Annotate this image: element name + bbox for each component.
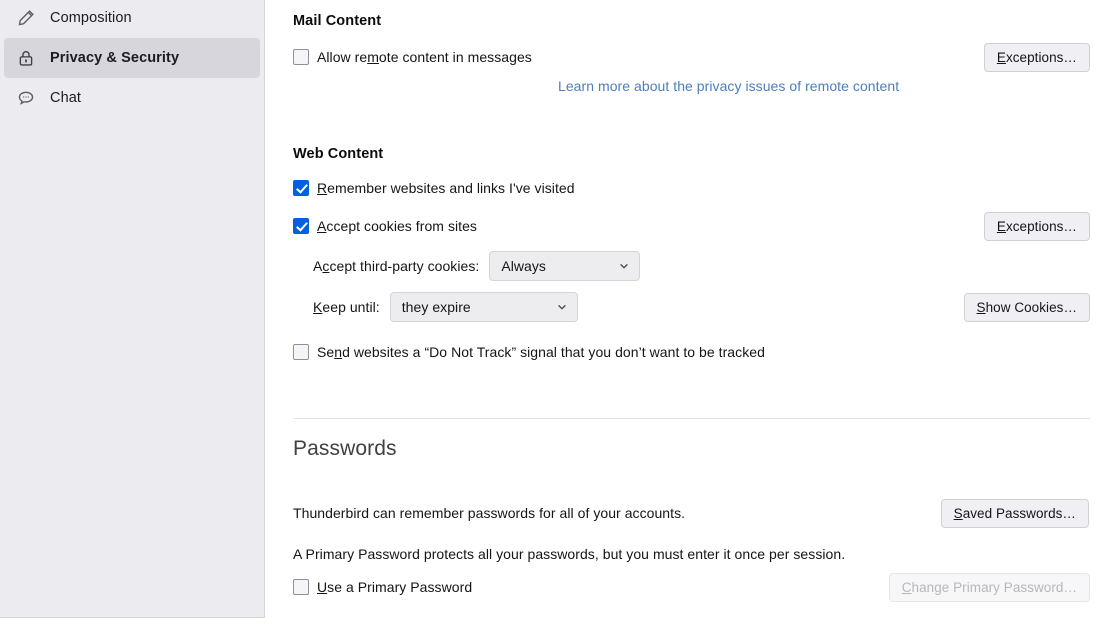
chevron-down-icon bbox=[617, 260, 631, 272]
accesskey-char: E bbox=[996, 50, 1006, 65]
preferences-window: Composition Privacy & Security Chat Mail… bbox=[0, 0, 1120, 624]
label-part-after: eep until: bbox=[322, 299, 380, 315]
accesskey-char: S bbox=[976, 300, 986, 315]
accesskey-char: R bbox=[317, 180, 328, 196]
chat-bubble-icon bbox=[16, 88, 36, 108]
label-part-before: Allow re bbox=[317, 49, 368, 65]
allow-remote-content-label[interactable]: Allow remote content in messages bbox=[317, 49, 532, 65]
remote-content-learn-more-link[interactable]: Learn more about the privacy issues of r… bbox=[558, 78, 899, 94]
label-part-after: d websites a “Do Not Track” signal that … bbox=[342, 344, 765, 360]
remember-websites-checkbox[interactable] bbox=[293, 180, 309, 196]
remember-websites-row[interactable]: Remember websites and links I've visited bbox=[293, 180, 575, 196]
mail-content-heading: Mail Content bbox=[293, 13, 382, 29]
keep-until-dropdown[interactable]: they expire bbox=[389, 292, 578, 322]
accesskey-char: S bbox=[953, 506, 963, 521]
sidebar-item-chat[interactable]: Chat bbox=[4, 78, 260, 118]
accept-cookies-row[interactable]: Accept cookies from sites bbox=[293, 218, 477, 234]
third-party-cookies-field: Accept third-party cookies: Always bbox=[313, 251, 641, 281]
primary-password-note: A Primary Password protects all your pas… bbox=[293, 546, 846, 562]
accesskey-char: U bbox=[317, 579, 328, 595]
button-label: xceptions… bbox=[1005, 50, 1077, 65]
show-cookies-button[interactable]: Show Cookies… bbox=[963, 293, 1090, 322]
do-not-track-row[interactable]: Send websites a “Do Not Track” signal th… bbox=[293, 344, 765, 360]
accesskey-char: K bbox=[313, 299, 323, 315]
keep-until-field: Keep until: they expire bbox=[313, 292, 578, 322]
sidebar-nav: Composition Privacy & Security Chat bbox=[0, 0, 265, 618]
label-part-after: ote content in messages bbox=[378, 49, 532, 65]
use-primary-password-label[interactable]: Use a Primary Password bbox=[317, 579, 472, 595]
do-not-track-checkbox[interactable] bbox=[293, 344, 309, 360]
use-primary-password-row[interactable]: Use a Primary Password bbox=[293, 579, 472, 595]
do-not-track-label[interactable]: Send websites a “Do Not Track” signal th… bbox=[317, 344, 765, 360]
section-divider bbox=[293, 418, 1090, 419]
label-part-before: A bbox=[313, 258, 323, 274]
accesskey-char: A bbox=[317, 218, 327, 234]
change-primary-password-button[interactable]: Change Primary Password… bbox=[888, 573, 1090, 602]
cookies-exceptions-button[interactable]: Exceptions… bbox=[983, 212, 1090, 241]
accesskey-char: C bbox=[901, 580, 912, 595]
chevron-down-icon bbox=[555, 301, 569, 313]
allow-remote-content-row[interactable]: Allow remote content in messages bbox=[293, 49, 532, 65]
third-party-cookies-label: Accept third-party cookies: bbox=[313, 258, 479, 274]
sidebar-item-privacy-security[interactable]: Privacy & Security bbox=[4, 38, 260, 78]
label-part-after: se a Primary Password bbox=[327, 579, 473, 595]
third-party-cookies-dropdown[interactable]: Always bbox=[489, 251, 641, 281]
passwords-description: Thunderbird can remember passwords for a… bbox=[293, 505, 686, 521]
allow-remote-content-checkbox[interactable] bbox=[293, 49, 309, 65]
use-primary-password-checkbox[interactable] bbox=[293, 579, 309, 595]
accept-cookies-label[interactable]: Accept cookies from sites bbox=[317, 218, 477, 234]
button-label: xceptions… bbox=[1005, 219, 1077, 234]
saved-passwords-button[interactable]: Saved Passwords… bbox=[940, 499, 1089, 528]
label-part-after: ccept cookies from sites bbox=[326, 218, 477, 234]
mail-exceptions-button[interactable]: Exceptions… bbox=[983, 43, 1090, 72]
button-label: how Cookies… bbox=[985, 300, 1077, 315]
keep-until-label: Keep until: bbox=[313, 299, 380, 315]
sidebar-item-label: Composition bbox=[50, 10, 132, 26]
label-part-after: emember websites and links I've visited bbox=[327, 180, 575, 196]
pencil-icon bbox=[16, 8, 36, 28]
dropdown-value: Always bbox=[501, 258, 546, 274]
sidebar-item-label: Chat bbox=[50, 90, 82, 106]
accesskey-char: E bbox=[996, 219, 1006, 234]
sidebar-item-composition[interactable]: Composition bbox=[4, 0, 260, 38]
accesskey-char: n bbox=[334, 344, 343, 360]
lock-icon bbox=[16, 48, 36, 68]
label-part-before: Se bbox=[317, 344, 335, 360]
button-label: hange Primary Password… bbox=[911, 580, 1077, 595]
remember-websites-label[interactable]: Remember websites and links I've visited bbox=[317, 180, 575, 196]
accept-cookies-checkbox[interactable] bbox=[293, 218, 309, 234]
web-content-heading: Web Content bbox=[293, 146, 384, 162]
accesskey-char: m bbox=[367, 49, 379, 65]
passwords-heading: Passwords bbox=[293, 437, 397, 460]
settings-pane: Mail Content Allow remote content in mes… bbox=[265, 0, 1120, 624]
sidebar-item-label: Privacy & Security bbox=[50, 50, 180, 66]
label-part-after: cept third-party cookies: bbox=[329, 258, 480, 274]
button-label: aved Passwords… bbox=[962, 506, 1076, 521]
dropdown-value: they expire bbox=[401, 299, 471, 315]
